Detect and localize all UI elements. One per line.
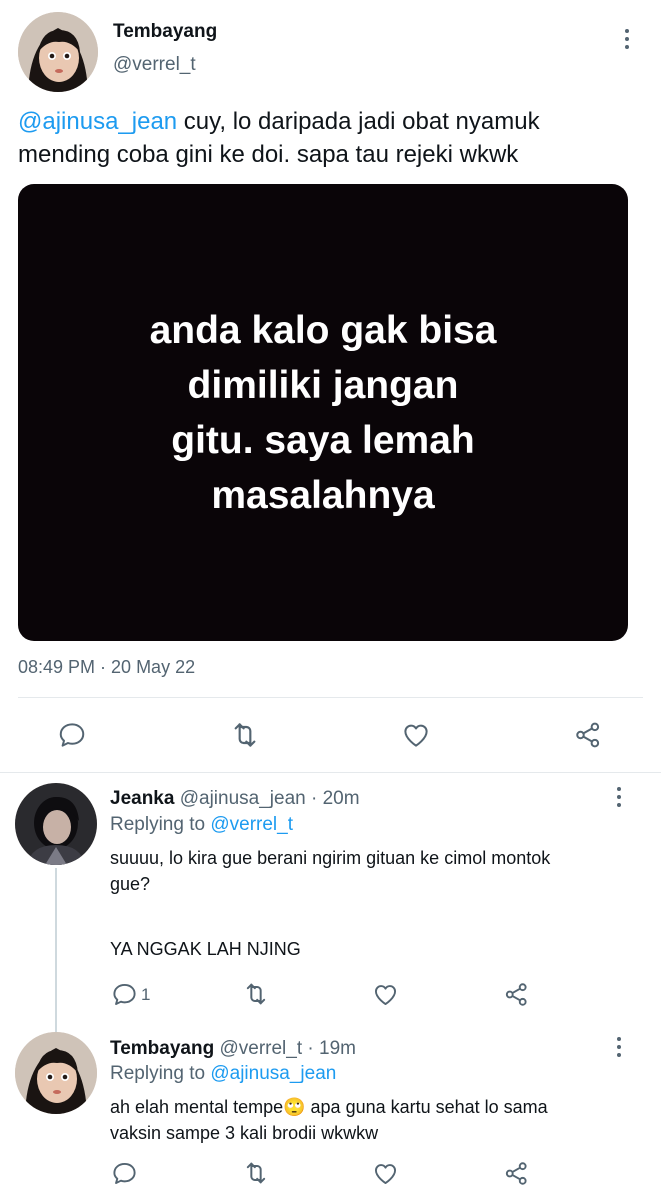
like-icon[interactable] [367,1155,403,1191]
reply-text-line: suuuu, lo kira gue berani ngirim gituan … [110,848,551,868]
author-handle[interactable]: @verrel_t [113,54,196,76]
media-caption: anda kalo gak bisa dimiliki jangan gitu.… [149,308,497,517]
more-options-icon[interactable] [609,783,629,811]
reply-author-name[interactable]: Jeanka [110,788,174,809]
avatar[interactable] [15,1032,97,1114]
mention-link[interactable]: @ajinusa_jean [210,1063,336,1084]
share-icon[interactable] [570,717,606,753]
reply-icon[interactable] [54,717,90,753]
tweet-media-image[interactable]: anda kalo gak bisa dimiliki jangan gitu.… [18,184,628,641]
reply-icon[interactable] [106,976,142,1012]
more-options-icon[interactable] [609,1033,629,1061]
replying-to-label: Replying to [110,1063,211,1084]
reply-text-segment: apa guna kartu sehat lo sama [305,1097,548,1117]
reply-icon[interactable] [106,1155,142,1191]
reply-header: Jeanka @ajinusa_jean · 20m [110,788,360,810]
eye-roll-emoji-icon: 🙄 [283,1097,306,1117]
reply-text-extra: YA NGGAK LAH NJING [110,939,301,959]
thread-line [55,868,57,1036]
retweet-icon[interactable] [238,976,274,1012]
reply-text: ah elah mental tempe🙄 apa guna kartu seh… [110,1094,610,1146]
reply-text-line: ah elah mental tempe🙄 apa guna kartu seh… [110,1094,610,1120]
reply-text: suuuu, lo kira gue berani ngirim gituan … [110,845,610,897]
author-name[interactable]: Tembayang [113,21,217,43]
mention-link[interactable]: @verrel_t [210,814,293,835]
like-icon[interactable] [367,976,403,1012]
divider [0,772,661,773]
reply-meta[interactable]: @verrel_t · 19m [219,1038,356,1059]
share-icon[interactable] [498,976,534,1012]
reply-count: 1 [141,985,151,1004]
reply-text-segment: ah elah mental tempe [110,1097,284,1117]
retweet-icon[interactable] [238,1155,274,1191]
more-options-icon[interactable] [617,25,637,53]
share-icon[interactable] [498,1155,534,1191]
reply-author-name[interactable]: Tembayang [110,1038,214,1059]
avatar[interactable] [15,783,97,865]
divider [18,697,643,698]
tweet-timestamp[interactable]: 08:49 PM · 20 May 22 [18,657,195,678]
reply-text-line: vaksin sampe 3 kali brodii wkwkw [110,1123,379,1143]
replying-to-label: Replying to [110,814,211,835]
mention-link[interactable]: @ajinusa_jean [18,108,177,135]
tweet-text: @ajinusa_jean cuy, lo daripada jadi obat… [18,105,638,171]
retweet-icon[interactable] [227,717,263,753]
reply-text-line: gue? [110,874,151,894]
reply-meta[interactable]: @ajinusa_jean · 20m [180,788,360,809]
replying-to: Replying to @verrel_t [110,814,293,836]
avatar[interactable] [18,12,98,92]
replying-to: Replying to @ajinusa_jean [110,1063,336,1085]
like-icon[interactable] [398,717,434,753]
reply-header: Tembayang @verrel_t · 19m [110,1038,356,1060]
